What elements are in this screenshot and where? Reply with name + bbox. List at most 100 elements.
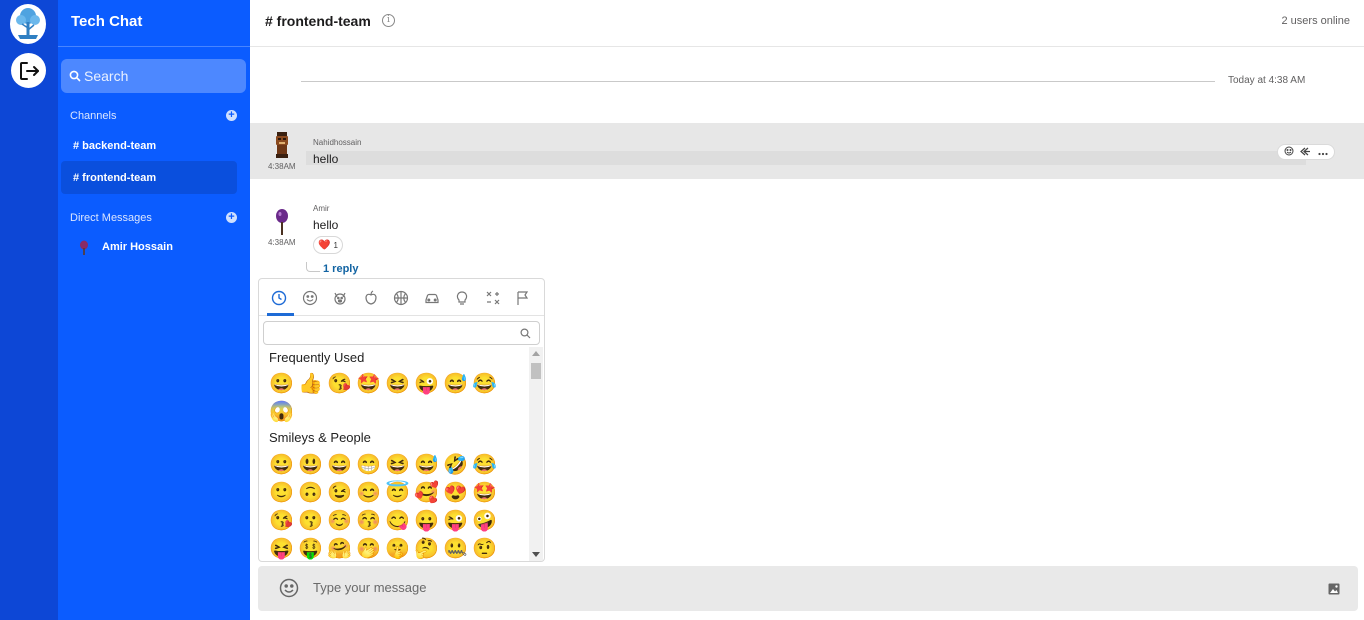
emoji-row: 🙂 🙃 😉 😊 😇 🥰 😍 🤩 bbox=[267, 479, 499, 507]
info-icon[interactable]: i bbox=[382, 14, 395, 27]
search-icon bbox=[69, 70, 81, 82]
message-author[interactable]: Nahidhossain bbox=[313, 138, 361, 147]
emoji[interactable]: 😉 bbox=[325, 479, 354, 507]
car-icon[interactable] bbox=[417, 279, 448, 316]
basketball-icon[interactable] bbox=[386, 279, 417, 316]
sidebar-divider bbox=[58, 46, 250, 47]
date-divider-line bbox=[301, 81, 1215, 82]
search-input[interactable]: Search bbox=[61, 59, 246, 93]
emoji[interactable]: 😚 bbox=[354, 507, 383, 535]
add-channel-icon[interactable]: + bbox=[226, 110, 237, 121]
emoji[interactable]: 🤩 bbox=[470, 479, 499, 507]
frequently-used-heading: Frequently Used bbox=[269, 350, 365, 365]
symbols-icon[interactable] bbox=[478, 279, 509, 316]
emoji[interactable]: 🥰 bbox=[412, 479, 441, 507]
emoji[interactable]: 🤪 bbox=[470, 507, 499, 535]
logout-icon[interactable] bbox=[11, 53, 46, 88]
emoji[interactable]: 🤫 bbox=[383, 535, 412, 561]
emoji[interactable]: 😍 bbox=[441, 479, 470, 507]
emoji[interactable]: 🙂 bbox=[267, 479, 296, 507]
workspace-rail bbox=[0, 0, 58, 620]
emoji[interactable]: 🤗 bbox=[325, 535, 354, 561]
emoji[interactable]: 😄 bbox=[325, 451, 354, 479]
message-timestamp: 4:38AM bbox=[268, 162, 296, 171]
emoji[interactable]: 😘 bbox=[325, 370, 354, 398]
purple-avatar-icon[interactable] bbox=[275, 208, 289, 241]
workspace-logo-icon[interactable] bbox=[10, 4, 46, 44]
emoji[interactable]: 😘 bbox=[267, 507, 296, 535]
search-icon bbox=[520, 328, 531, 339]
emoji[interactable]: 🤑 bbox=[296, 535, 325, 561]
scroll-down-icon[interactable] bbox=[532, 552, 540, 557]
sidebar: Tech Chat Search Channels + # backend-te… bbox=[58, 0, 250, 620]
emoji[interactable]: 😆 bbox=[383, 370, 412, 398]
lightbulb-icon[interactable] bbox=[447, 279, 478, 316]
apple-icon[interactable] bbox=[356, 279, 387, 316]
search-placeholder: Search bbox=[84, 68, 129, 84]
scroll-up-icon[interactable] bbox=[532, 351, 540, 356]
dog-icon[interactable] bbox=[325, 279, 356, 316]
emoji[interactable]: 😜 bbox=[441, 507, 470, 535]
message-text: hello bbox=[313, 152, 339, 166]
online-status: 2 users online bbox=[1281, 15, 1351, 27]
emoji[interactable]: 😱 bbox=[267, 398, 296, 426]
emoji[interactable]: 😋 bbox=[383, 507, 412, 535]
message-composer[interactable]: Type your message bbox=[258, 566, 1358, 611]
emoji[interactable]: 🤭 bbox=[354, 535, 383, 561]
emoji[interactable]: 😛 bbox=[412, 507, 441, 535]
emoji[interactable]: 🤨 bbox=[470, 535, 499, 561]
smiley-icon[interactable] bbox=[295, 279, 326, 316]
add-reaction-icon[interactable] bbox=[1284, 143, 1294, 161]
sidebar-item-backend-team[interactable]: # backend-team bbox=[73, 140, 156, 152]
direct-messages-heading: Direct Messages bbox=[70, 212, 152, 224]
emoji[interactable]: 😊 bbox=[354, 479, 383, 507]
emoji[interactable]: 😂 bbox=[470, 451, 499, 479]
emoji[interactable]: 🤐 bbox=[441, 535, 470, 561]
reply-icon[interactable] bbox=[1300, 143, 1311, 161]
channels-heading: Channels bbox=[70, 110, 117, 122]
emoji[interactable]: 😝 bbox=[267, 535, 296, 561]
reaction-count: 1 bbox=[333, 240, 338, 250]
emoji[interactable]: 😂 bbox=[470, 370, 499, 398]
message-input[interactable]: Type your message bbox=[313, 580, 426, 595]
more-options-icon[interactable] bbox=[1318, 143, 1328, 161]
emoji-button-icon[interactable] bbox=[279, 578, 299, 603]
emoji-search-input[interactable] bbox=[263, 321, 540, 345]
emoji[interactable]: 👍 bbox=[296, 370, 325, 398]
emoji[interactable]: 🤣 bbox=[441, 451, 470, 479]
emoji[interactable]: ☺️ bbox=[325, 507, 354, 535]
emoji-picker: Frequently Used 😀 👍 😘 🤩 😆 😜 😅 😂 😱 Smiley… bbox=[258, 278, 545, 562]
emoji[interactable]: 😀 bbox=[267, 451, 296, 479]
emoji[interactable]: 😜 bbox=[412, 370, 441, 398]
emoji-scrollbar[interactable] bbox=[529, 347, 543, 561]
thread-reply-link[interactable]: 1 reply bbox=[323, 263, 358, 275]
sidebar-item-amir-hossain[interactable]: Amir Hossain bbox=[102, 241, 173, 253]
emoji[interactable]: 😀 bbox=[267, 370, 296, 398]
message-timestamp: 4:38AM bbox=[268, 238, 296, 247]
thread-connector bbox=[306, 262, 320, 272]
emoji-row: 😝 🤑 🤗 🤭 🤫 🤔 🤐 🤨 bbox=[267, 535, 499, 561]
image-upload-icon[interactable] bbox=[1328, 582, 1340, 600]
scrollbar-thumb[interactable] bbox=[531, 363, 541, 379]
emoji[interactable]: 😗 bbox=[296, 507, 325, 535]
clock-icon[interactable] bbox=[264, 279, 295, 316]
emoji[interactable]: 😇 bbox=[383, 479, 412, 507]
emoji[interactable]: 😃 bbox=[296, 451, 325, 479]
reaction-pill[interactable]: ❤️ 1 bbox=[313, 236, 343, 254]
emoji[interactable]: 😁 bbox=[354, 451, 383, 479]
smileys-people-heading: Smileys & People bbox=[269, 430, 371, 445]
emoji[interactable]: 🙃 bbox=[296, 479, 325, 507]
add-direct-message-icon[interactable]: + bbox=[226, 212, 237, 223]
message-author[interactable]: Amir bbox=[313, 204, 329, 213]
flag-icon[interactable] bbox=[508, 279, 539, 316]
emoji[interactable]: 🤔 bbox=[412, 535, 441, 561]
emoji[interactable]: 🤩 bbox=[354, 370, 383, 398]
emoji[interactable]: 😅 bbox=[412, 451, 441, 479]
emoji[interactable]: 😅 bbox=[441, 370, 470, 398]
sidebar-item-frontend-team[interactable]: # frontend-team bbox=[73, 172, 156, 184]
tiki-avatar-icon[interactable] bbox=[275, 132, 289, 163]
emoji-row: 😀 😃 😄 😁 😆 😅 🤣 😂 bbox=[267, 451, 499, 479]
emoji[interactable]: 😆 bbox=[383, 451, 412, 479]
message-hover-band bbox=[306, 151, 1306, 165]
message-actions-toolbar bbox=[1277, 144, 1335, 160]
